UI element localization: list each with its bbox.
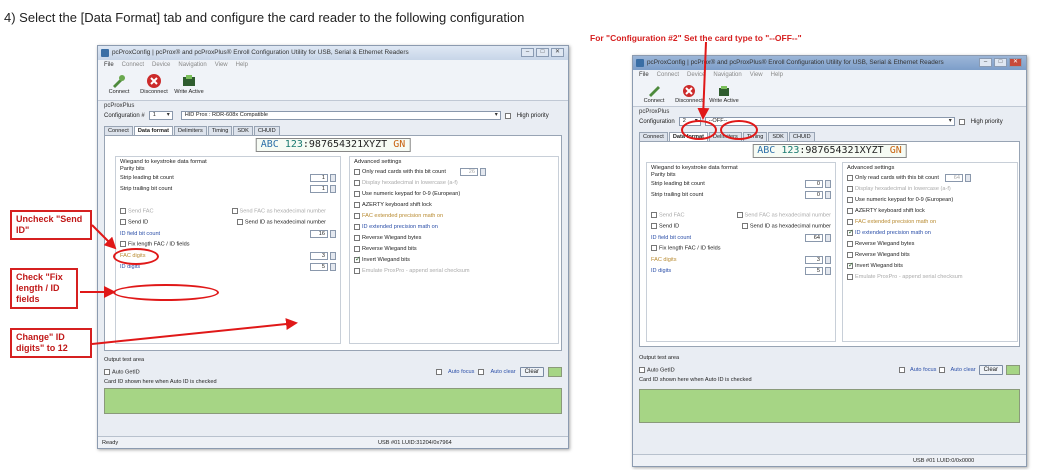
arrow-send-id	[91, 224, 117, 250]
arrow-config2	[697, 41, 710, 120]
arrow-id-digits	[91, 318, 298, 345]
callout-arrows	[80, 41, 710, 345]
